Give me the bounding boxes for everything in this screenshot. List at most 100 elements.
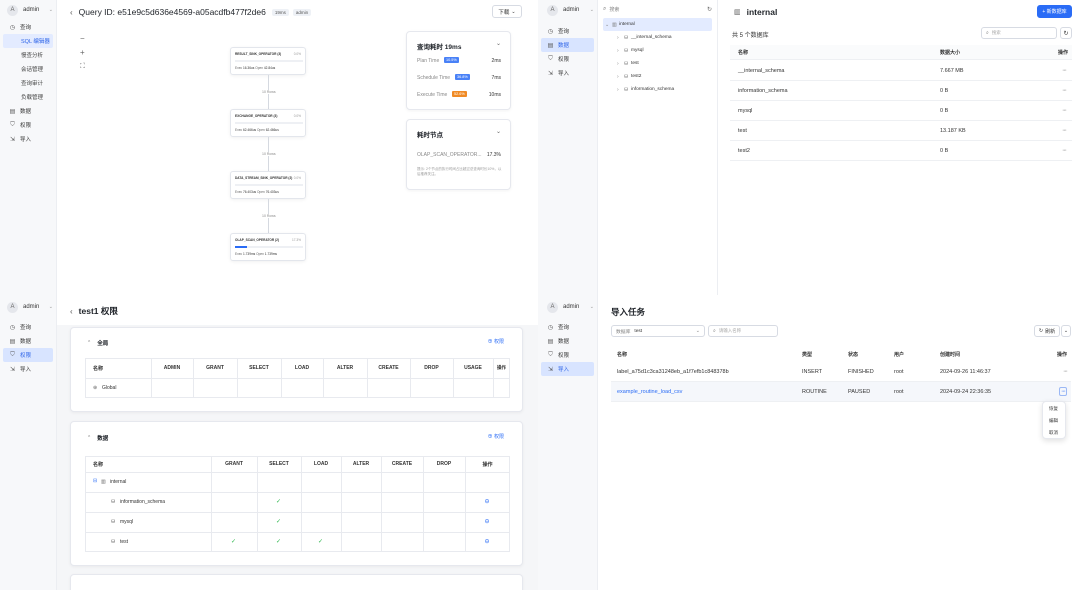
nav-audit[interactable]: 查询审计 [3, 76, 53, 90]
table-row[interactable]: mysql 0 B ··· [730, 101, 1072, 121]
chevron-right-icon[interactable]: › [617, 35, 624, 41]
more-icon[interactable]: ··· [1062, 127, 1067, 134]
collapse-icon[interactable]: ⌄ [496, 128, 501, 135]
refresh-button[interactable]: ↻ [1060, 27, 1072, 39]
node-name: RESULT_SINK_OPERATOR (3) [235, 52, 282, 56]
nav-permission[interactable]: ⛉ 权限 [541, 348, 594, 362]
fit-view-icon[interactable]: ⛶ [80, 63, 85, 71]
nav-sessions[interactable]: 会话管理 [3, 62, 53, 76]
user-menu[interactable]: A admin ⌄ [3, 0, 53, 20]
global-section-title: 全局 [97, 341, 109, 347]
nav-data[interactable]: ▤ 数据 [3, 334, 53, 348]
table-row[interactable]: __internal_schema 7.667 MB ··· [730, 61, 1072, 81]
nav-query[interactable]: ◷ 查询 [3, 20, 53, 34]
db-name[interactable]: mysql [738, 108, 752, 114]
nav-import[interactable]: ⇲ 导入 [3, 132, 53, 146]
operator-node[interactable]: RESULT_SINK_OPERATOR (3) 0.0% Exec 16.36us… [230, 47, 306, 75]
collapse-box-icon[interactable]: ⊟ [93, 478, 97, 484]
menu-cancel[interactable]: 取消 [1049, 430, 1058, 436]
operator-node[interactable]: OLAP_SCAN_OPERATOR (2) 17.3% Exec 1.739ms … [230, 233, 306, 261]
nav-workload[interactable]: 负载管理 [3, 90, 53, 104]
grid-divider [465, 456, 466, 552]
add-global-permission-button[interactable]: ⊕ 权限 [488, 338, 504, 345]
table-row[interactable]: test 13.187 KB ··· [730, 121, 1072, 141]
nav-query[interactable]: ◷ 查询 [541, 320, 594, 334]
more-icon[interactable]: ··· [1062, 87, 1067, 94]
tree-item-database[interactable]: › ⛁ mysql [603, 44, 712, 57]
nav-permission[interactable]: ⛉ 权限 [3, 348, 53, 362]
tree-item-database[interactable]: › ⛁ test [603, 57, 712, 70]
more-icon[interactable]: ··· [1062, 147, 1067, 154]
zoom-in-icon[interactable]: + [80, 48, 85, 57]
nav-data[interactable]: ▤ 数据 [541, 38, 594, 52]
hot-node-name[interactable]: OLAP_SCAN_OPERATOR... [417, 152, 482, 158]
import-search-input[interactable]: ⌕ 请输入名称 [708, 325, 778, 337]
more-icon[interactable]: ··· [1063, 368, 1068, 375]
chevron-right-icon[interactable]: › [617, 87, 624, 93]
chevron-down-icon[interactable]: ⌃ [87, 340, 91, 346]
query-icon: ◷ [547, 28, 554, 35]
user-menu[interactable]: A admin ⌄ [541, 0, 594, 20]
nav-permission[interactable]: ⛉ 权限 [541, 52, 594, 66]
col-action: 操作 [1057, 49, 1068, 56]
add-data-permission-button[interactable]: ⊕ 权限 [488, 433, 504, 440]
chevron-right-icon[interactable]: › [617, 48, 624, 54]
user-badge: admin [292, 8, 312, 16]
menu-resume[interactable]: 恢复 [1049, 406, 1058, 412]
db-name[interactable]: test [738, 128, 747, 134]
tree-search-input[interactable]: 搜索 [609, 6, 619, 13]
operator-node[interactable]: EXCHANGE_OPERATOR (3) 0.0% Exec 62.466us O… [230, 109, 306, 137]
nav-permission[interactable]: ⛉ 权限 [3, 118, 53, 132]
nav-data[interactable]: ▤ 数据 [541, 334, 594, 348]
back-icon[interactable]: ‹ [70, 8, 73, 17]
user-menu[interactable]: A admin ⌄ [541, 297, 594, 317]
more-icon[interactable]: ··· [1062, 67, 1067, 74]
remove-icon[interactable]: ⊖ [485, 538, 490, 545]
table-row[interactable]: information_schema 0 B ··· [730, 81, 1072, 101]
nav-import[interactable]: ⇲ 导入 [541, 362, 594, 376]
chevron-right-icon[interactable]: › [617, 61, 624, 67]
new-database-button[interactable]: + 新数据库 [1037, 5, 1072, 18]
refresh-button[interactable]: ↻ 刷新 [1034, 325, 1060, 337]
table-row[interactable]: example_routine_load_csv ROUTINE PAUSED roo… [611, 382, 1071, 402]
nav-import[interactable]: ⇲ 导入 [3, 362, 53, 376]
database-select[interactable]: 数据库 test ⌄ [611, 325, 705, 337]
nav-import[interactable]: ⇲ 导入 [541, 66, 594, 80]
refresh-icon[interactable]: ↻ [707, 6, 712, 13]
tree-item-database[interactable]: › ⛁ __internal_schema [603, 31, 712, 44]
nav-slow-query[interactable]: 慢查分析 [3, 48, 53, 62]
nav-data[interactable]: ▤ 数据 [3, 104, 53, 118]
user-menu[interactable]: A admin ⌄ [3, 297, 53, 317]
more-icon[interactable]: ··· [1059, 387, 1067, 396]
tree-label: test [631, 61, 639, 66]
refresh-options-button[interactable]: ⌄ [1061, 325, 1071, 337]
tree-item-internal[interactable]: ⌄ ▥ internal [603, 18, 712, 31]
chevron-down-icon[interactable]: ⌃ [87, 435, 91, 441]
db-name[interactable]: __internal_schema [738, 68, 784, 74]
remove-icon[interactable]: ⊖ [485, 498, 490, 505]
back-icon[interactable]: ‹ [70, 307, 73, 316]
tree-item-database[interactable]: › ⛁ test2 [603, 70, 712, 83]
db-search-input[interactable]: ⌕ 搜索 [981, 27, 1057, 39]
nav-sql-editor[interactable]: SQL 编辑器 [3, 34, 53, 48]
menu-edit[interactable]: 编辑 [1049, 418, 1058, 424]
chevron-right-icon[interactable]: › [617, 74, 624, 80]
nav-query[interactable]: ◷ 查询 [3, 320, 53, 334]
db-name[interactable]: information_schema [738, 88, 788, 94]
table-row[interactable]: label_a75d1c3ca31248eb_a1f7efb1c848378b I… [611, 362, 1071, 382]
tree-item-database[interactable]: › ⛁ information_schema [603, 83, 712, 96]
table-row[interactable]: test2 0 B ··· [730, 141, 1072, 161]
nav-query[interactable]: ◷ 查询 [541, 24, 594, 38]
download-button[interactable]: 下载 ⌄ [492, 5, 522, 18]
data-col-header: LOAD [313, 461, 329, 467]
task-name[interactable]: label_a75d1c3ca31248eb_a1f7efb1c848378b [617, 369, 729, 375]
remove-icon[interactable]: ⊖ [485, 518, 490, 525]
db-name[interactable]: test2 [738, 148, 750, 154]
collapse-icon[interactable]: ⌄ [496, 40, 501, 47]
zoom-out-icon[interactable]: − [80, 34, 85, 43]
grid-divider [211, 456, 212, 552]
operator-node[interactable]: DATA_STREAM_SINK_OPERATOR (2) 0.0% Exec 76… [230, 171, 306, 199]
chevron-down-icon[interactable]: ⌄ [605, 22, 612, 28]
more-icon[interactable]: ··· [1062, 107, 1067, 114]
task-name[interactable]: example_routine_load_csv [617, 389, 682, 395]
